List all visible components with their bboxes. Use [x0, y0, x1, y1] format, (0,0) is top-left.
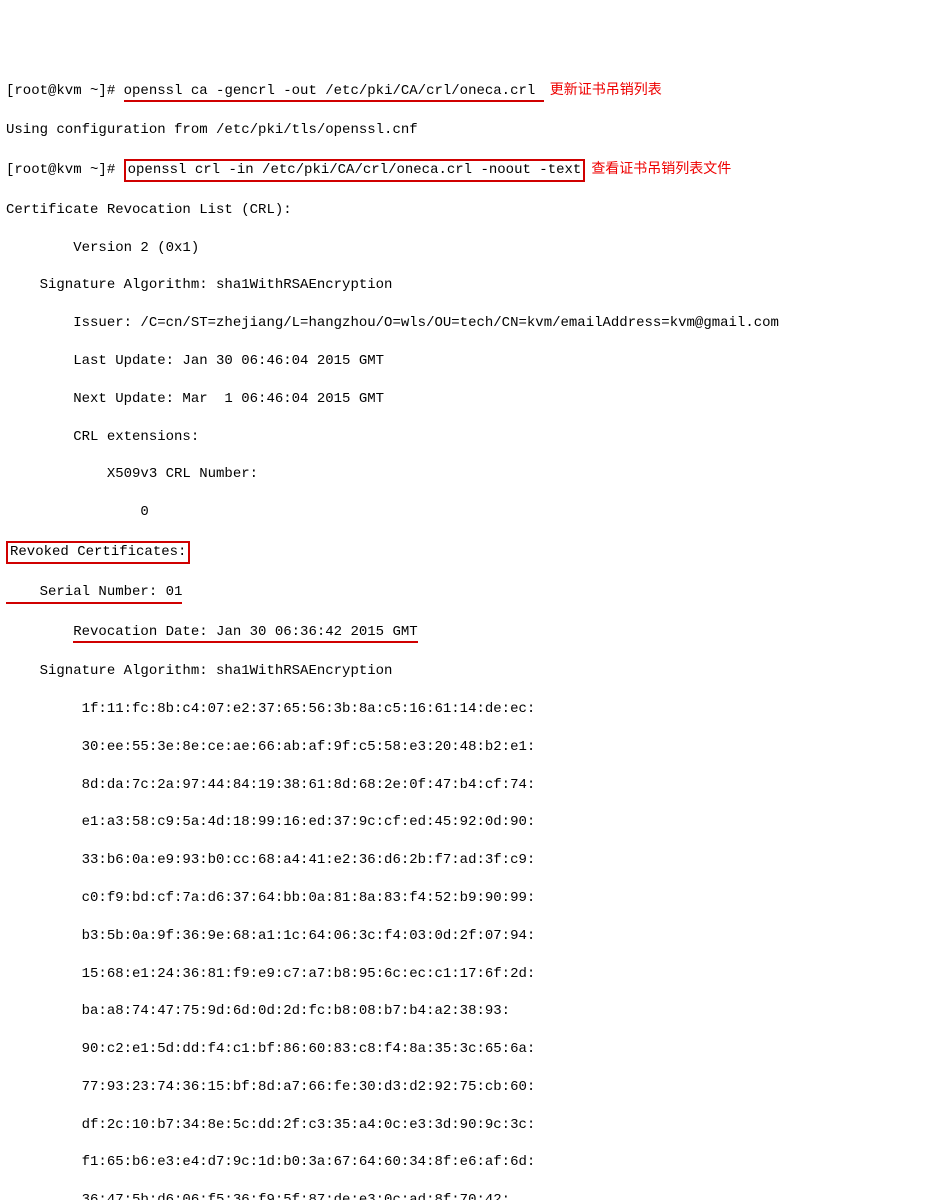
shell-prompt: [root@kvm ~]#: [6, 162, 124, 178]
crl-last-update: Last Update: Jan 30 06:46:04 2015 GMT: [6, 352, 920, 371]
crl-extensions-label: CRL extensions:: [6, 428, 920, 447]
revoked-header: Revoked Certificates:: [6, 541, 190, 564]
cmd-line-2: [root@kvm ~]# openssl crl -in /etc/pki/C…: [6, 159, 920, 182]
sig-row: 30:ee:55:3e:8e:ce:ae:66:ab:af:9f:c5:58:e…: [6, 738, 920, 757]
command-view-crl: openssl crl -in /etc/pki/CA/crl/oneca.cr…: [124, 159, 586, 182]
sig-row: 77:93:23:74:36:15:bf:8d:a7:66:fe:30:d3:d…: [6, 1078, 920, 1097]
crl-number-label: X509v3 CRL Number:: [6, 465, 920, 484]
revoked-header-line: Revoked Certificates:: [6, 541, 920, 564]
sig-row: b3:5b:0a:9f:36:9e:68:a1:1c:64:06:3c:f4:0…: [6, 927, 920, 946]
sig-row: c0:f9:bd:cf:7a:d6:37:64:bb:0a:81:8a:83:f…: [6, 889, 920, 908]
shell-prompt: [root@kvm ~]#: [6, 83, 124, 99]
indent: [6, 624, 73, 640]
sig-row: ba:a8:74:47:75:9d:6d:0d:2d:fc:b8:08:b7:b…: [6, 1002, 920, 1021]
crl-sigalg-2: Signature Algorithm: sha1WithRSAEncrypti…: [6, 662, 920, 681]
sig-row: f1:65:b6:e3:e4:d7:9c:1d:b0:3a:67:64:60:3…: [6, 1153, 920, 1172]
sig-row: e1:a3:58:c9:5a:4d:18:99:16:ed:37:9c:cf:e…: [6, 813, 920, 832]
sig-row: 15:68:e1:24:36:81:f9:e9:c7:a7:b8:95:6c:e…: [6, 965, 920, 984]
serial-number: Serial Number: 01: [6, 583, 182, 604]
sig-row: 90:c2:e1:5d:dd:f4:c1:bf:86:60:83:c8:f4:8…: [6, 1040, 920, 1059]
serial-line: Serial Number: 01: [6, 583, 920, 604]
sig-row: 1f:11:fc:8b:c4:07:e2:37:65:56:3b:8a:c5:1…: [6, 700, 920, 719]
cmd-line-1: [root@kvm ~]# openssl ca -gencrl -out /e…: [6, 80, 920, 103]
revocation-date-line: Revocation Date: Jan 30 06:36:42 2015 GM…: [6, 623, 920, 644]
command-gencrl: openssl ca -gencrl -out /etc/pki/CA/crl/…: [124, 82, 544, 103]
config-line: Using configuration from /etc/pki/tls/op…: [6, 121, 920, 140]
sig-row: df:2c:10:b7:34:8e:5c:dd:2f:c3:35:a4:0c:e…: [6, 1116, 920, 1135]
sig-row: 8d:da:7c:2a:97:44:84:19:38:61:8d:68:2e:0…: [6, 776, 920, 795]
sig-row: 36:47:5b:d6:06:f5:36:f9:5f:87:de:e3:0c:a…: [6, 1191, 920, 1200]
annotation-view-crl: 查看证书吊销列表文件: [591, 160, 731, 176]
crl-header: Certificate Revocation List (CRL):: [6, 201, 920, 220]
crl-number-value: 0: [6, 503, 920, 522]
crl-next-update: Next Update: Mar 1 06:46:04 2015 GMT: [6, 390, 920, 409]
crl-version: Version 2 (0x1): [6, 239, 920, 258]
crl-sigalg-1: Signature Algorithm: sha1WithRSAEncrypti…: [6, 276, 920, 295]
sig-row: 33:b6:0a:e9:93:b0:cc:68:a4:41:e2:36:d6:2…: [6, 851, 920, 870]
revocation-date: Revocation Date: Jan 30 06:36:42 2015 GM…: [73, 623, 417, 644]
crl-issuer: Issuer: /C=cn/ST=zhejiang/L=hangzhou/O=w…: [6, 314, 920, 333]
annotation-update-crl: 更新证书吊销列表: [550, 81, 662, 97]
